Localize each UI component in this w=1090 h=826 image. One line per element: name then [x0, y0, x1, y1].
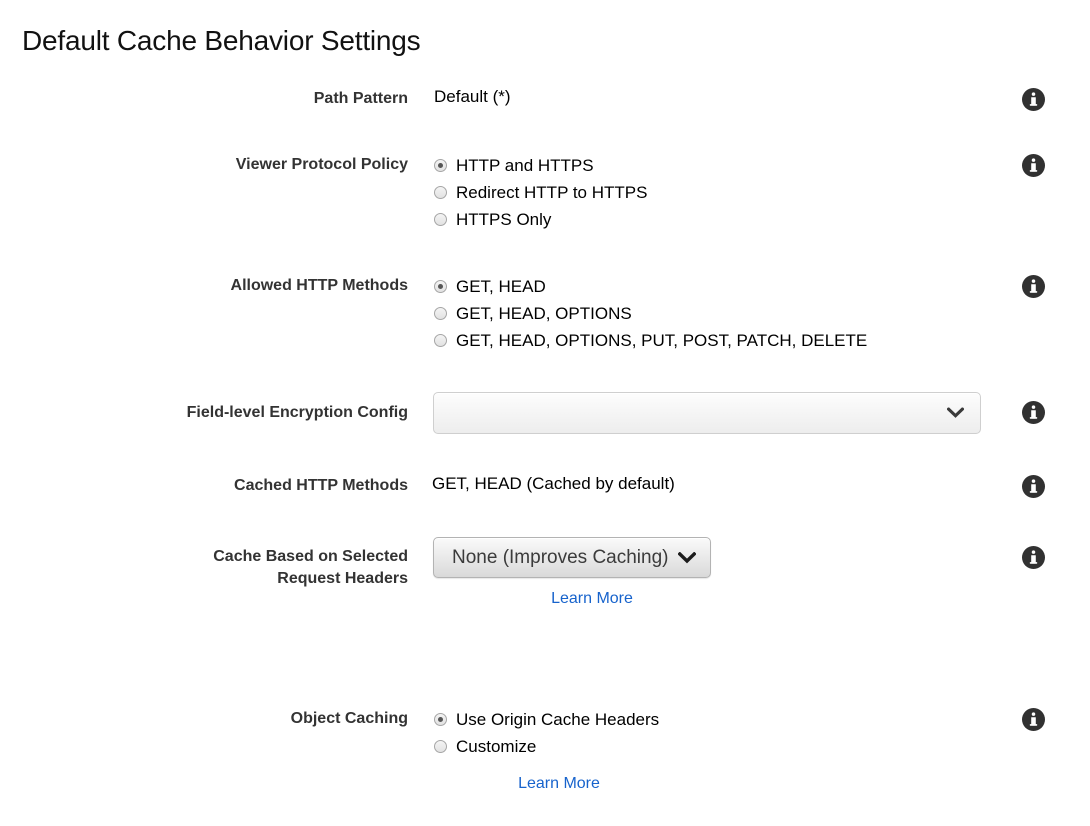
- info-icon[interactable]: [1022, 401, 1045, 424]
- info-field-level-encryption-config: [1000, 392, 1090, 424]
- radio-label: GET, HEAD: [456, 276, 546, 296]
- radio-viewer-protocol-https-only[interactable]: HTTPS Only: [434, 206, 1000, 233]
- label-object-caching-text: Object Caching: [290, 710, 408, 727]
- row-viewer-protocol-policy: Viewer Protocol Policy HTTP and HTTPS Re…: [0, 134, 1090, 256]
- label-cached-http-methods-text: Cached HTTP Methods: [234, 477, 408, 494]
- page-title: Default Cache Behavior Settings: [22, 25, 421, 56]
- label-field-level-encryption-config: Field-level Encryption Config: [0, 392, 408, 424]
- radio-allowed-methods-get-head-options[interactable]: GET, HEAD, OPTIONS: [434, 300, 1000, 327]
- label-path-pattern-text: Path Pattern: [313, 90, 408, 107]
- info-cached-http-methods: [1000, 473, 1090, 498]
- info-icon[interactable]: [1022, 88, 1045, 111]
- label-path-pattern: Path Pattern: [0, 86, 408, 110]
- label-cache-based-line2: Request Headers: [277, 570, 408, 587]
- info-viewer-protocol-policy: [1000, 152, 1090, 177]
- control-cached-http-methods: GET, HEAD (Cached by default): [408, 473, 1000, 495]
- row-path-pattern: Path Pattern Default (*): [0, 86, 1090, 134]
- label-field-level-encryption-config-text: Field-level Encryption Config: [186, 404, 408, 421]
- label-object-caching: Object Caching: [0, 706, 408, 730]
- cached-http-methods-value: GET, HEAD (Cached by default): [432, 474, 675, 493]
- label-cached-http-methods: Cached HTTP Methods: [0, 473, 408, 497]
- path-pattern-value: Default (*): [434, 87, 511, 106]
- radio-label: GET, HEAD, OPTIONS, PUT, POST, PATCH, DE…: [456, 330, 868, 350]
- row-field-level-encryption-config: Field-level Encryption Config: [0, 377, 1090, 464]
- control-allowed-http-methods: GET, HEAD GET, HEAD, OPTIONS GET, HEAD, …: [408, 273, 1000, 354]
- info-icon[interactable]: [1022, 154, 1045, 177]
- object-caching-learn-more-wrap: Learn More: [434, 773, 684, 795]
- chevron-down-icon[interactable]: [678, 551, 697, 564]
- row-cache-based-on-selected-request-headers: Cache Based on Selected Request Headers …: [0, 525, 1090, 659]
- radio-button-icon[interactable]: [434, 307, 447, 320]
- radio-allowed-methods-get-head[interactable]: GET, HEAD: [434, 273, 1000, 300]
- info-icon[interactable]: [1022, 708, 1045, 731]
- allowed-http-methods-radio-group: GET, HEAD GET, HEAD, OPTIONS GET, HEAD, …: [434, 273, 1000, 354]
- control-cache-based-on-selected-request-headers: None (Improves Caching) Learn More: [408, 537, 1000, 610]
- info-icon[interactable]: [1022, 546, 1045, 569]
- settings-form: Path Pattern Default (*) Viewer Protocol…: [0, 86, 1090, 826]
- radio-viewer-protocol-http-and-https[interactable]: HTTP and HTTPS: [434, 152, 1000, 179]
- learn-more-link-object-caching[interactable]: Learn More: [518, 775, 600, 792]
- row-object-caching: Object Caching Use Origin Cache Headers …: [0, 659, 1090, 826]
- info-cache-based-on-selected-request-headers: [1000, 537, 1090, 569]
- chevron-down-icon[interactable]: [947, 407, 964, 419]
- label-viewer-protocol-policy-text: Viewer Protocol Policy: [235, 156, 408, 173]
- info-allowed-http-methods: [1000, 273, 1090, 298]
- label-cache-based-on-selected-request-headers: Cache Based on Selected Request Headers: [0, 537, 408, 590]
- label-allowed-http-methods-text: Allowed HTTP Methods: [230, 277, 408, 294]
- radio-button-icon[interactable]: [434, 713, 447, 726]
- field-level-encryption-config-select[interactable]: [433, 392, 981, 434]
- radio-button-icon[interactable]: [434, 280, 447, 293]
- row-allowed-http-methods: Allowed HTTP Methods GET, HEAD GET, HEAD…: [0, 256, 1090, 377]
- info-icon[interactable]: [1022, 275, 1045, 298]
- radio-label: Customize: [456, 736, 537, 756]
- cache-based-on-headers-select[interactable]: None (Improves Caching): [433, 537, 712, 578]
- label-cache-based-line1: Cache Based on Selected: [213, 548, 408, 565]
- info-object-caching: [1000, 706, 1090, 731]
- radio-button-icon[interactable]: [434, 186, 447, 199]
- info-path-pattern: [1000, 86, 1090, 111]
- control-viewer-protocol-policy: HTTP and HTTPS Redirect HTTP to HTTPS HT…: [408, 152, 1000, 233]
- label-viewer-protocol-policy: Viewer Protocol Policy: [0, 152, 408, 176]
- radio-label: GET, HEAD, OPTIONS: [456, 303, 632, 323]
- control-field-level-encryption-config: [408, 392, 1000, 434]
- cache-based-on-headers-selected-value: None (Improves Caching): [452, 546, 669, 568]
- learn-more-link-cache-based[interactable]: Learn More: [551, 590, 633, 607]
- row-cached-http-methods: Cached HTTP Methods GET, HEAD (Cached by…: [0, 464, 1090, 525]
- radio-label: Use Origin Cache Headers: [456, 709, 660, 729]
- info-icon[interactable]: [1022, 475, 1045, 498]
- radio-button-icon[interactable]: [434, 334, 447, 347]
- label-allowed-http-methods: Allowed HTTP Methods: [0, 273, 408, 297]
- radio-viewer-protocol-redirect-http-to-https[interactable]: Redirect HTTP to HTTPS: [434, 179, 1000, 206]
- object-caching-radio-group: Use Origin Cache Headers Customize: [434, 706, 1000, 760]
- radio-button-icon[interactable]: [434, 213, 447, 226]
- default-cache-behavior-settings-page: Default Cache Behavior Settings Path Pat…: [0, 0, 1090, 792]
- radio-button-icon[interactable]: [434, 159, 447, 172]
- control-path-pattern: Default (*): [408, 86, 1000, 108]
- radio-object-caching-use-origin-cache-headers[interactable]: Use Origin Cache Headers: [434, 706, 1000, 733]
- radio-label: HTTP and HTTPS: [456, 155, 594, 175]
- control-object-caching: Use Origin Cache Headers Customize Learn…: [408, 706, 1000, 795]
- radio-label: Redirect HTTP to HTTPS: [456, 182, 648, 202]
- radio-button-icon[interactable]: [434, 740, 447, 753]
- radio-allowed-methods-all[interactable]: GET, HEAD, OPTIONS, PUT, POST, PATCH, DE…: [434, 327, 1000, 354]
- radio-label: HTTPS Only: [456, 209, 552, 229]
- cache-based-learn-more-wrap: Learn More: [433, 588, 751, 610]
- viewer-protocol-policy-radio-group: HTTP and HTTPS Redirect HTTP to HTTPS HT…: [434, 152, 1000, 233]
